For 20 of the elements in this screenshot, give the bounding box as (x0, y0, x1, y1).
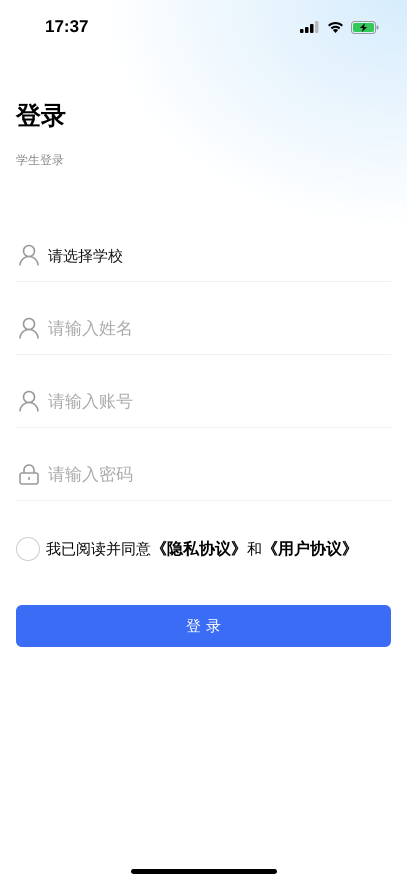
input-field[interactable]: 请输入姓名 (48, 319, 391, 339)
school-select[interactable]: 请选择学校 (48, 247, 123, 266)
signal-icon (300, 21, 320, 33)
wifi-icon (327, 21, 344, 33)
page-title: 登录 (16, 100, 67, 132)
agree-text: 我已阅读并同意 (46, 540, 151, 558)
status-time: 17:37 (45, 17, 88, 37)
login-button[interactable]: 登 录 (16, 605, 391, 647)
password-field[interactable]: 请输入密码 (48, 465, 391, 485)
agree-checkbox[interactable] (16, 537, 40, 561)
privacy-link[interactable]: 《隐私协议》 (151, 538, 247, 558)
page-subtitle: 学生登录 (16, 152, 65, 169)
user-icon (18, 244, 40, 266)
user-icon (18, 317, 40, 339)
lock-icon (18, 463, 40, 485)
user-icon (18, 390, 40, 412)
battery-icon (351, 20, 379, 34)
and-text: 和 (247, 540, 262, 558)
input-field[interactable]: 请输入账号 (48, 392, 391, 412)
user-agreement-link[interactable]: 《用户协议》 (262, 538, 358, 558)
